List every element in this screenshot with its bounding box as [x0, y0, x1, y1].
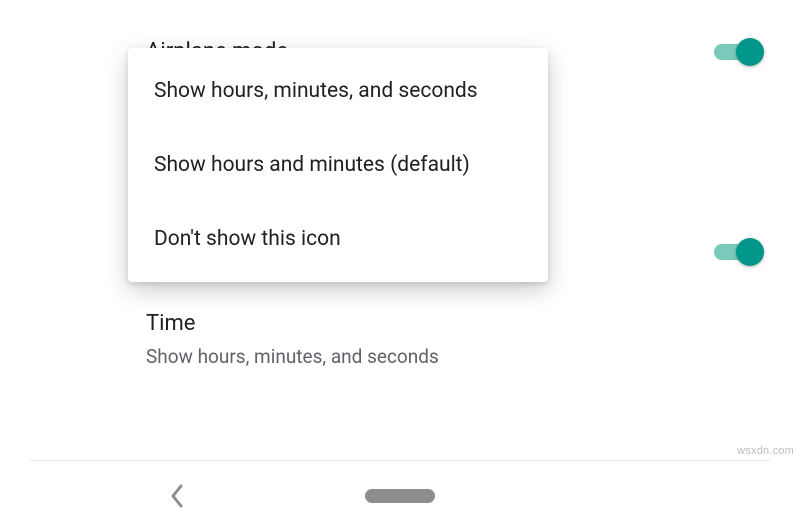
home-pill[interactable]: [365, 489, 435, 503]
switch-thumb: [736, 38, 764, 66]
watermark: wsxdn.com: [737, 445, 794, 457]
navigation-bar: [0, 461, 800, 531]
chevron-left-icon: [168, 482, 186, 510]
row-time-title: Time: [146, 310, 760, 338]
time-options-dialog: Show hours, minutes, and seconds Show ho…: [128, 48, 548, 282]
option-show-minutes-default[interactable]: Show hours and minutes (default): [128, 128, 548, 202]
airplane-switch[interactable]: [714, 38, 760, 66]
row-time-subtitle: Show hours, minutes, and seconds: [146, 344, 760, 370]
option-show-seconds[interactable]: Show hours, minutes, and seconds: [128, 54, 548, 128]
back-button[interactable]: [168, 482, 186, 510]
hidden-switch[interactable]: [714, 238, 760, 266]
switch-thumb: [736, 238, 764, 266]
option-dont-show[interactable]: Don't show this icon: [128, 202, 548, 276]
row-time[interactable]: Time Show hours, minutes, and seconds: [146, 310, 760, 370]
settings-screen: Airplane mode Time Show hours, minutes, …: [0, 0, 800, 531]
